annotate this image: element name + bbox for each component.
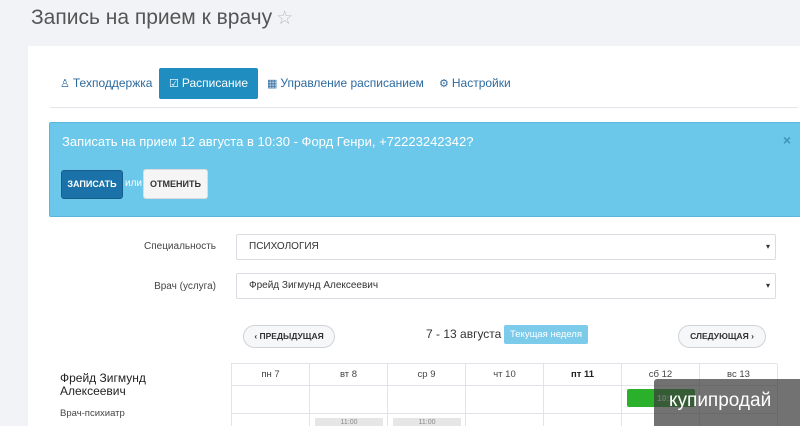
- alert-message: Записать на прием 12 августа в 10:30 - Ф…: [62, 134, 474, 149]
- specialty-label: Специальность: [144, 241, 216, 252]
- day-header: пн 7: [232, 364, 309, 386]
- close-icon[interactable]: ×: [783, 132, 791, 148]
- tab-schedule-management[interactable]: ▦ Управление расписанием: [257, 68, 434, 99]
- tab-support[interactable]: ♙ Техподдержка: [50, 68, 162, 99]
- day-header: ср 9: [388, 364, 465, 386]
- day-column-mon: пн 7: [232, 364, 310, 426]
- chevron-down-icon: ▾: [765, 281, 770, 290]
- alert-or-label: или: [125, 178, 143, 189]
- day-column-wed: ср 9 11:00: [388, 364, 466, 426]
- tab-settings[interactable]: ⚙ Настройки: [429, 68, 521, 99]
- day-column-thu: чт 10: [466, 364, 544, 426]
- slot-cell: [544, 386, 621, 414]
- time-slot[interactable]: 11:00: [315, 418, 383, 426]
- day-column-tue: вт 8 11:00: [310, 364, 388, 426]
- current-week-badge[interactable]: Текущая неделя: [504, 325, 588, 344]
- doctor-name: Фрейд Зигмунд Алексеевич: [60, 371, 146, 398]
- day-column-fri: пт 11: [544, 364, 622, 426]
- slot-cell: [232, 386, 309, 414]
- tab-settings-label: Настройки: [451, 76, 511, 90]
- day-header: пт 11: [544, 364, 621, 386]
- user-md-icon: ♙: [60, 78, 70, 90]
- booking-confirm-alert: Записать на прием 12 августа в 10:30 - Ф…: [49, 122, 800, 217]
- watermark: купипродай: [654, 379, 800, 426]
- cancel-booking-button[interactable]: ОТМЕНИТЬ: [143, 169, 208, 199]
- day-header: чт 10: [466, 364, 543, 386]
- watermark-text: купипродай: [669, 390, 772, 411]
- page-title-text: Запись на прием к врачу: [31, 6, 273, 29]
- specialty-select[interactable]: ПСИХОЛОГИЯ ▾: [236, 234, 776, 260]
- slot-cell: [310, 386, 387, 414]
- doctor-specialty: Врач-психиатр: [60, 408, 125, 419]
- tab-schedule-label: Расписание: [181, 76, 249, 90]
- chevron-down-icon: ▾: [765, 242, 770, 251]
- doctor-select[interactable]: Фрейд Зигмунд Алексеевич ▾: [236, 273, 776, 299]
- favorite-star-icon[interactable]: ☆: [276, 8, 293, 29]
- prev-week-button[interactable]: ‹ ПРЕДЫДУЩАЯ: [243, 325, 335, 348]
- specialty-select-value: ПСИХОЛОГИЯ: [249, 241, 319, 252]
- doctor-label: Врач (услуга): [154, 281, 216, 292]
- page-title: Запись на прием к врачу ☆: [31, 6, 293, 30]
- tab-support-label: Техподдержка: [72, 76, 153, 90]
- calendar-check-icon: ☑: [169, 78, 179, 90]
- next-week-button[interactable]: СЛЕДУЮЩАЯ ›: [678, 325, 766, 348]
- main-card: ♙ Техподдержка ☑ Расписание ▦ Управление ра…: [28, 46, 800, 426]
- tab-schedule[interactable]: ☑ Расписание: [159, 68, 259, 99]
- week-range: 7 - 13 августа: [426, 327, 502, 341]
- doctor-select-value: Фрейд Зигмунд Алексеевич: [249, 280, 379, 291]
- calendar-icon: ▦: [267, 78, 278, 90]
- confirm-booking-button[interactable]: ЗАПИСАТЬ: [61, 170, 123, 199]
- tab-schedule-management-label: Управление расписанием: [280, 76, 424, 90]
- time-slot[interactable]: 11:00: [393, 418, 461, 426]
- tab-bar: ♙ Техподдержка ☑ Расписание ▦ Управление ра…: [50, 68, 798, 108]
- slot-cell: [388, 386, 465, 414]
- gear-icon: ⚙: [439, 78, 449, 90]
- day-header: вт 8: [310, 364, 387, 386]
- slot-cell: [466, 386, 543, 414]
